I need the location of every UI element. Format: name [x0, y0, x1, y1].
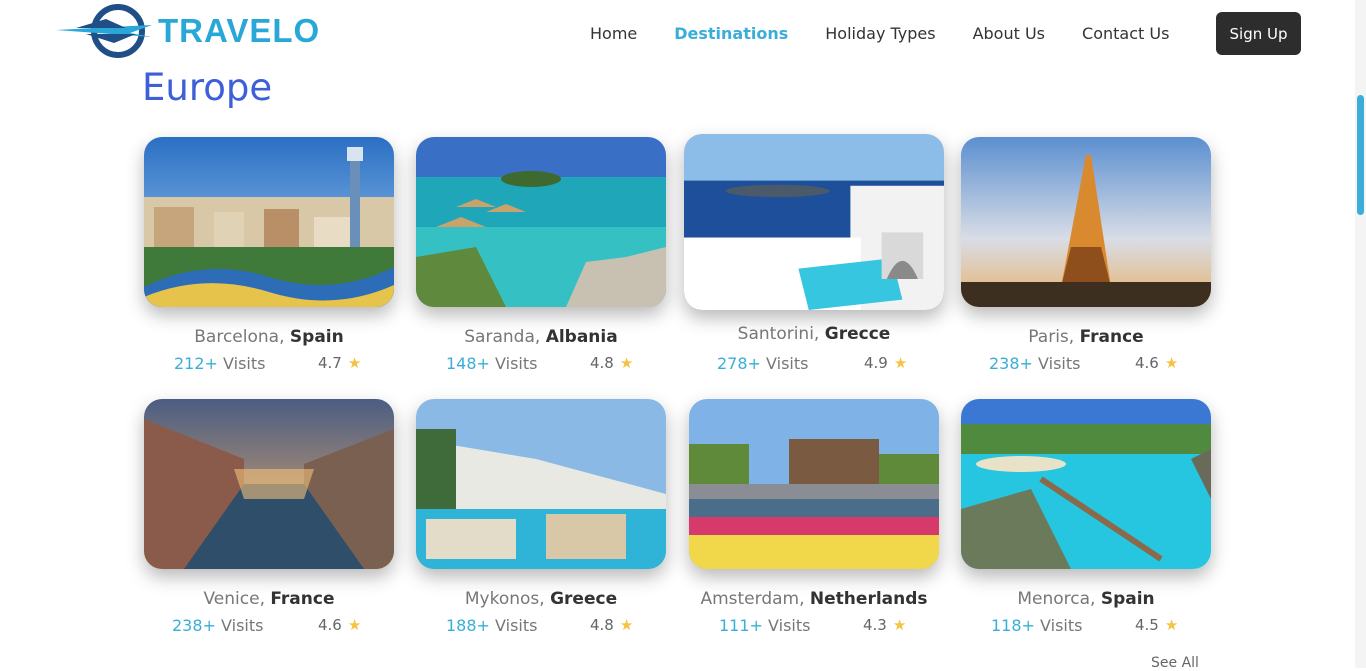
destination-name: Paris, France [1028, 327, 1144, 347]
see-all-link[interactable]: See All [1151, 655, 1199, 671]
destination-name: Barcelona, Spain [194, 327, 344, 347]
visits-count: 148+ Visits [446, 354, 538, 373]
menorca-image [961, 399, 1211, 569]
destination-name: Saranda, Albania [464, 327, 618, 347]
destination-card-menorca[interactable]: Menorca, Spain 118+ Visits 4.5 ★ [961, 399, 1211, 649]
destination-card-saranda[interactable]: Saranda, Albania 148+ Visits 4.8 ★ [416, 137, 666, 387]
destination-photo[interactable] [144, 399, 394, 569]
venice-image [144, 399, 394, 569]
destination-photo[interactable] [689, 399, 939, 569]
visits-count: 118+ Visits [991, 616, 1083, 635]
saranda-image [416, 137, 666, 307]
mykonos-image [416, 399, 666, 569]
star-icon: ★ [1164, 616, 1179, 634]
destination-name: Santorini, Grecce [737, 324, 891, 344]
star-icon: ★ [893, 354, 908, 372]
star-icon: ★ [619, 616, 634, 634]
amsterdam-image [689, 399, 939, 569]
destination-photo[interactable] [144, 137, 394, 307]
star-icon: ★ [347, 616, 362, 634]
rating: 4.7 ★ [318, 354, 362, 372]
rating: 4.5 ★ [1135, 616, 1179, 634]
destination-card-paris[interactable]: Paris, France 238+ Visits 4.6 ★ [961, 137, 1211, 387]
destination-name: Menorca, Spain [1017, 589, 1155, 609]
visits-count: 188+ Visits [446, 616, 538, 635]
visits-count: 111+ Visits [719, 616, 811, 635]
destination-photo[interactable] [961, 399, 1211, 569]
visits-count: 238+ Visits [989, 354, 1081, 373]
destination-card-mykonos[interactable]: Mykonos, Greece 188+ Visits 4.8 ★ [416, 399, 666, 649]
star-icon: ★ [619, 354, 634, 372]
rating: 4.8 ★ [590, 354, 634, 372]
star-icon: ★ [892, 616, 907, 634]
destination-card-amsterdam[interactable]: Amsterdam, Netherlands 111+ Visits 4.3 ★ [689, 399, 939, 649]
destination-card-santorini[interactable]: Santorini, Grecce 278+ Visits 4.9 ★ [684, 134, 944, 384]
rating: 4.8 ★ [590, 616, 634, 634]
visits-count: 278+ Visits [717, 354, 809, 373]
rating: 4.6 ★ [1135, 354, 1179, 372]
destination-name: Venice, France [203, 589, 335, 609]
rating: 4.9 ★ [864, 354, 908, 372]
destination-grid: Barcelona, Spain 212+ Visits 4.7 ★ Sarand… [0, 0, 1366, 668]
destination-photo[interactable] [961, 137, 1211, 307]
visits-count: 212+ Visits [174, 354, 266, 373]
destination-photo[interactable] [416, 137, 666, 307]
destination-card-venice[interactable]: Venice, France 238+ Visits 4.6 ★ [144, 399, 394, 649]
rating: 4.3 ★ [863, 616, 907, 634]
visits-count: 238+ Visits [172, 616, 264, 635]
barcelona-image [144, 137, 394, 307]
star-icon: ★ [347, 354, 362, 372]
paris-image [961, 137, 1211, 307]
star-icon: ★ [1164, 354, 1179, 372]
destination-photo[interactable] [684, 134, 944, 310]
rating: 4.6 ★ [318, 616, 362, 634]
destination-photo[interactable] [416, 399, 666, 569]
destination-name: Amsterdam, Netherlands [700, 589, 928, 609]
santorini-image [684, 134, 944, 310]
destination-card-barcelona[interactable]: Barcelona, Spain 212+ Visits 4.7 ★ [144, 137, 394, 387]
destination-name: Mykonos, Greece [464, 589, 618, 609]
